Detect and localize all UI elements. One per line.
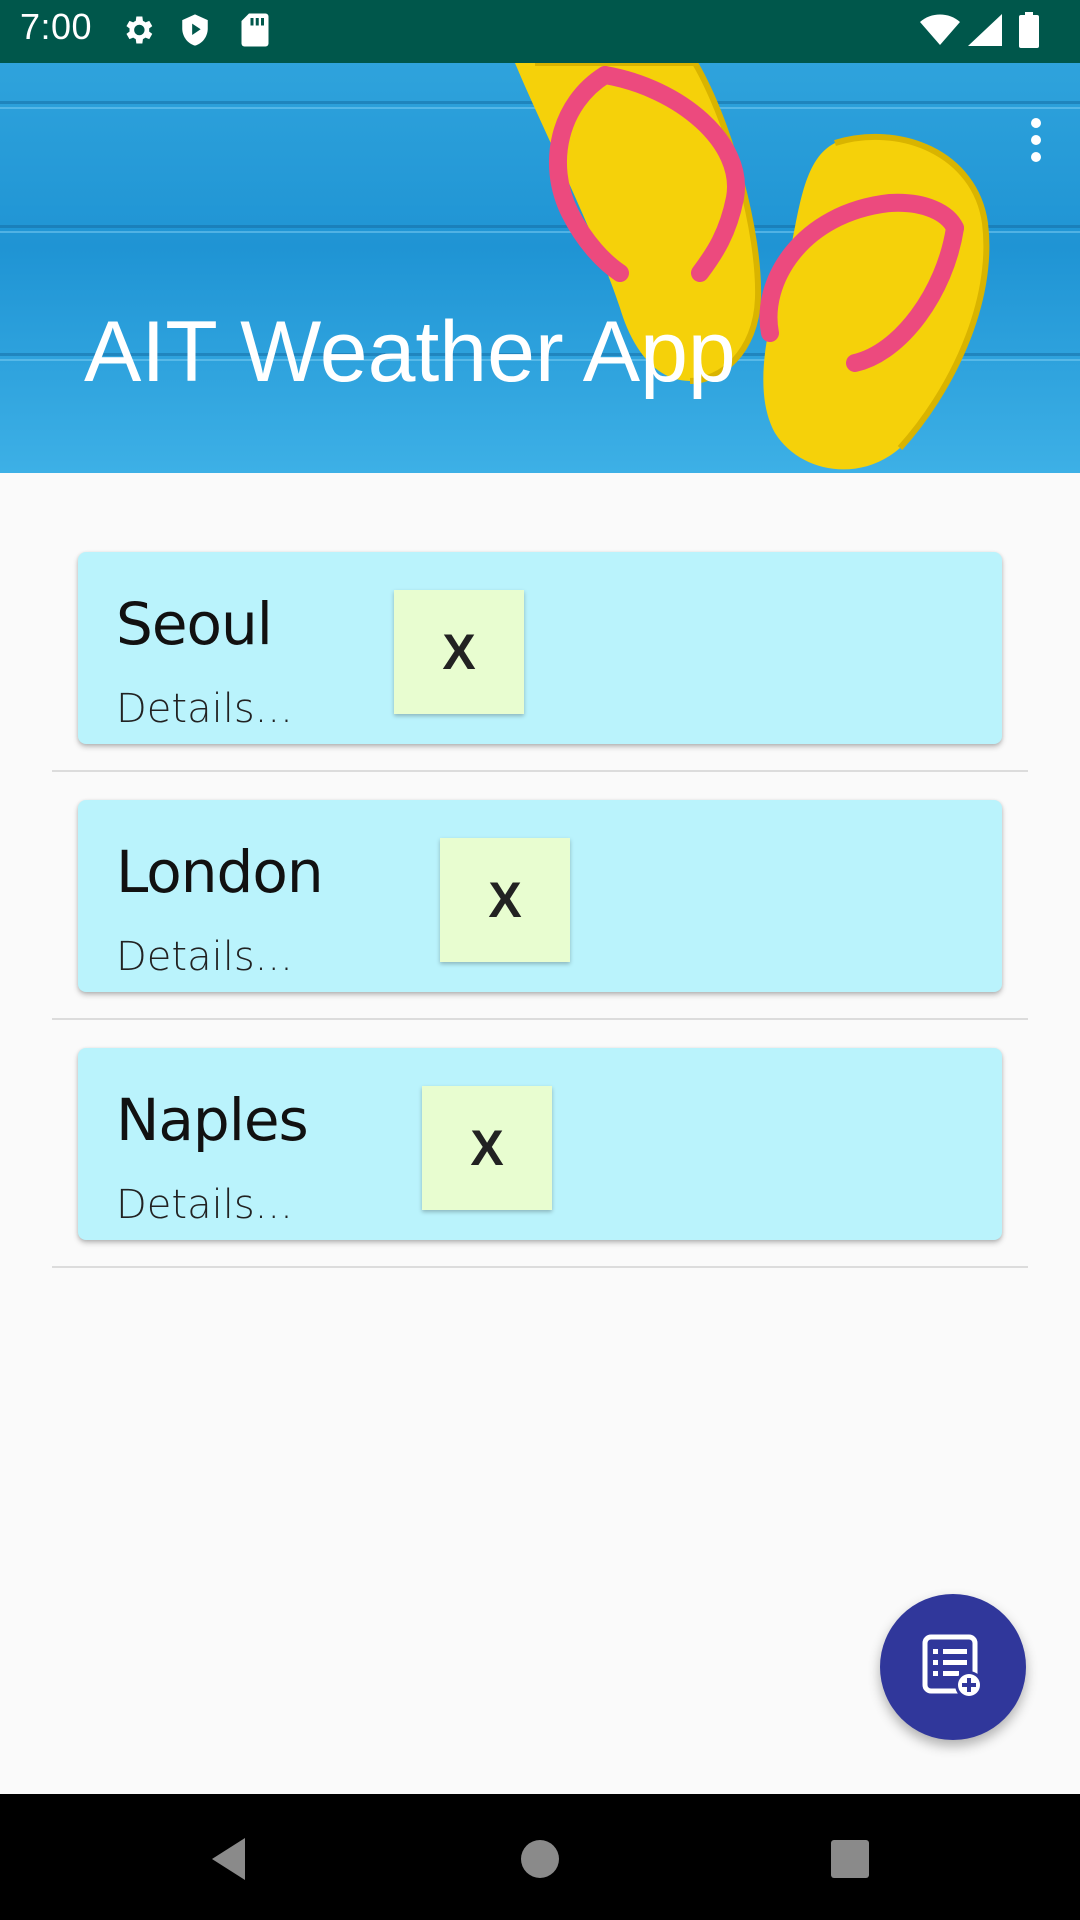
battery-icon [1019, 12, 1039, 48]
gear-icon [126, 16, 153, 44]
city-details: Details... [116, 934, 293, 980]
city-name: London [116, 838, 324, 906]
status-right-icons [920, 0, 1080, 63]
city-card-london[interactable]: London Details... X [78, 800, 1002, 992]
back-icon[interactable] [200, 1824, 270, 1894]
list-item: London Details... X [0, 800, 1080, 1048]
city-card-naples[interactable]: Naples Details... X [78, 1048, 1002, 1240]
app-title: AIT Weather App [84, 304, 736, 400]
wifi-icon [920, 14, 960, 45]
app-bar-header-image: AIT Weather App [0, 63, 1080, 473]
status-time: 7:00 [20, 6, 93, 47]
recents-icon[interactable] [815, 1824, 885, 1894]
cell-signal-icon [968, 14, 1002, 46]
delete-city-button[interactable]: X [440, 838, 570, 962]
city-details: Details... [116, 686, 293, 732]
play-shield-icon [182, 14, 208, 46]
city-list: Seoul Details... X London Details... X N… [0, 552, 1080, 1296]
divider [52, 1018, 1028, 1020]
divider [52, 770, 1028, 772]
divider [52, 1266, 1028, 1268]
system-nav-bar [0, 1794, 1080, 1920]
city-name: Naples [116, 1086, 309, 1154]
delete-city-button[interactable]: X [394, 590, 524, 714]
status-bar: 7:00 [0, 0, 1080, 63]
home-icon[interactable] [505, 1824, 575, 1894]
city-name: Seoul [116, 590, 273, 658]
list-item: Naples Details... X [0, 1048, 1080, 1296]
city-details: Details... [116, 1182, 293, 1228]
flip-flops-image [515, 63, 990, 470]
add-city-fab[interactable] [880, 1594, 1026, 1740]
list-item: Seoul Details... X [0, 552, 1080, 800]
add-to-list-icon [922, 1634, 983, 1699]
city-card-seoul[interactable]: Seoul Details... X [78, 552, 1002, 744]
delete-city-button[interactable]: X [422, 1086, 552, 1210]
sd-card-icon [241, 13, 269, 47]
more-vert-icon[interactable] [1018, 113, 1054, 173]
